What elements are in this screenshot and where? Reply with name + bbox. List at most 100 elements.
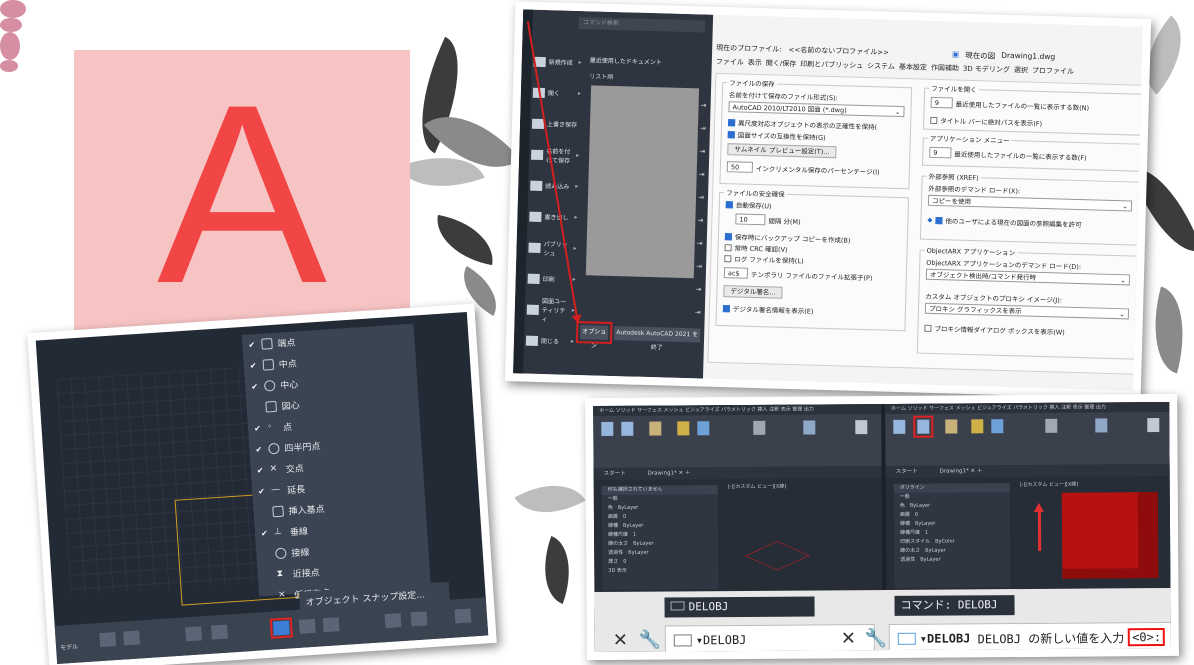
group-title: アプリケーション メニュー	[927, 132, 1012, 146]
save-format-select[interactable]: AutoCAD 2010/LT2010 図面 (*.dwg) ⌄	[728, 101, 905, 118]
proxy-image-select[interactable]: プロキシ グラフィックスを表示 ⌄	[924, 302, 1130, 320]
extrude-tool-icon[interactable]	[913, 415, 934, 438]
xref-demand-select[interactable]: コピーを使用 ⌄	[927, 194, 1133, 212]
cover-letter: A	[156, 52, 328, 337]
command-search-input[interactable]: コマンド検索	[578, 16, 705, 33]
viewport-label[interactable]: [-][カスタム ビュー][X線]	[728, 483, 787, 490]
smooth-object-icon[interactable]	[971, 419, 984, 434]
incremental-save-input[interactable]: 50	[726, 161, 754, 173]
section-plane-icon[interactable]	[855, 420, 868, 435]
maintain-size-checkbox[interactable]: 図面サイズの互換性を保持(G)	[727, 129, 826, 142]
menu-item-publish[interactable]: パブリッシュ ▸	[526, 232, 577, 264]
digital-signature-checkbox[interactable]: デジタル署名情報を表示(E)	[722, 303, 814, 316]
command-history-right: コマンド: DELOBJ	[894, 595, 1015, 616]
menu-item-export[interactable]: 書き出し ▸	[527, 201, 578, 233]
wrench-icon[interactable]: 🔧	[865, 628, 888, 649]
file-tabs: スタート Drawing1* ✕ ＋	[885, 463, 1171, 478]
allow-xref-edit-checkbox[interactable]: ◆ 他のユーザによる現在の図面の参照編集を許可	[927, 215, 1081, 229]
grid-icon[interactable]	[99, 632, 117, 648]
group-title: 外部参照 (XREF)	[926, 170, 981, 183]
presspull-tool-icon[interactable]	[649, 421, 662, 436]
autosave-checkbox[interactable]: 自動保存(U)	[725, 199, 772, 210]
tab-plot-publish[interactable]: 印刷とパブリッシュ	[800, 59, 863, 71]
thumbnail-settings-button[interactable]: サムネイル プレビュー設定(T)...	[727, 143, 837, 159]
isodraft-icon[interactable]	[211, 624, 228, 640]
polar-icon[interactable]	[185, 626, 202, 642]
modify-tools-icon[interactable]	[803, 420, 816, 435]
close-icon[interactable]: ✕	[613, 630, 628, 651]
recent-files-row: 9 最近使用したファイルの一覧に表示する数(N)	[930, 96, 1090, 112]
draw-tools-icon[interactable]	[1045, 418, 1058, 433]
recent-files-input[interactable]: 9	[930, 96, 953, 109]
box-tool-icon[interactable]	[601, 421, 614, 436]
property-row: 3D 表示	[608, 567, 627, 574]
list-view-selector[interactable]: リスト順	[589, 71, 613, 81]
tab-3d-modeling[interactable]: 3D モデリング	[963, 64, 1010, 75]
tab-open-save[interactable]: 開く/保存	[766, 58, 797, 69]
tab-drafting[interactable]: 作図補助	[931, 63, 959, 74]
extrude-tool-icon[interactable]	[621, 421, 634, 436]
menu-item-utilities[interactable]: 図面ユーティリティ ▸	[524, 294, 575, 326]
open-save-panel: ファイルの保存 名前を付けて保存のファイル形式(S): AutoCAD 2010…	[707, 72, 1143, 375]
digital-signature-button[interactable]: デジタル署名...	[723, 285, 783, 299]
solid-edit-icon[interactable]	[697, 421, 710, 436]
modify-tools-icon[interactable]	[1095, 418, 1108, 433]
menu-item-new[interactable]: 新規作成 ▸	[531, 46, 582, 78]
tab-system[interactable]: システム	[867, 61, 895, 72]
settings-gear-icon[interactable]	[384, 613, 402, 629]
proxy-info-checkbox[interactable]: プロキシ情報ダイアログ ボックスを表示(W)	[924, 323, 1065, 337]
close-icon[interactable]: ✕	[841, 628, 856, 649]
tab-start[interactable]: スタート	[604, 471, 626, 477]
customize-menu-icon[interactable]	[454, 608, 472, 624]
exit-autocad-button[interactable]: Autodesk AutoCAD 2021 を終了	[614, 326, 701, 351]
workspace-icon[interactable]	[410, 611, 428, 627]
draw-tools-icon[interactable]	[753, 420, 766, 435]
tab-files[interactable]: ファイル	[716, 57, 744, 68]
command-line-right[interactable]: ▾ DELOBJ DELOBJ の新しい値を入力 <0>:	[888, 621, 1171, 653]
menu-recent-row: 9 最近使用したファイルの一覧に表示する数(F)	[929, 146, 1087, 162]
log-file-checkbox[interactable]: ログ ファイルを保持(L)	[724, 253, 804, 265]
menu-item-save-as[interactable]: 名前を付けて保存 ▸	[529, 139, 580, 171]
snap-mode-icon[interactable]	[123, 630, 141, 646]
chevron-right-icon: ▸	[578, 58, 582, 67]
tab-drawing[interactable]: Drawing1*	[648, 470, 677, 476]
presspull-tool-icon[interactable]	[945, 419, 958, 434]
temp-extension-input[interactable]: ac$	[723, 267, 749, 279]
checkbox-checked	[722, 304, 731, 312]
extruded-solid-object[interactable]	[1061, 492, 1159, 579]
box-tool-icon[interactable]	[893, 419, 906, 434]
section-plane-icon[interactable]	[1147, 418, 1160, 433]
default-value-box[interactable]: <0>:	[1128, 628, 1166, 647]
tab-profiles[interactable]: プロファイル	[1032, 66, 1074, 77]
tab-start[interactable]: スタート	[896, 469, 918, 475]
temp-extension-label: テンポラリ ファイルのファイル拡張子(P)	[750, 270, 873, 282]
object-snap-toggle-icon[interactable]	[269, 617, 293, 639]
up-arrow-icon	[1037, 510, 1042, 551]
print-icon	[527, 273, 540, 284]
tab-selection[interactable]: 選択	[1014, 65, 1028, 75]
drawing-line: ▣ 現在の図 Drawing1.dwg	[952, 49, 1055, 63]
checkbox-unchecked	[724, 243, 732, 251]
selection-cycle-icon[interactable]	[322, 617, 340, 633]
arx-demand-select[interactable]: オブジェクト検出時/コマンド発行時 ⌄	[925, 268, 1131, 286]
model-tab[interactable]: モデル	[60, 642, 78, 652]
lineweight-icon[interactable]	[298, 618, 316, 634]
polyline-object[interactable]	[744, 541, 810, 571]
wrench-icon[interactable]: 🔧	[639, 630, 662, 651]
tab-drawing[interactable]: Drawing1*	[940, 468, 969, 474]
autosave-minutes-input[interactable]: 10	[735, 213, 766, 226]
menu-item-save[interactable]: 上書き保存	[530, 108, 581, 140]
property-row[interactable]: 透過性 ByLayer	[894, 555, 1010, 565]
menu-recent-input[interactable]: 9	[929, 146, 952, 159]
options-button[interactable]: オプション	[575, 320, 613, 350]
solid-edit-icon[interactable]	[991, 419, 1004, 434]
ribbon-tabs[interactable]: ホーム ソリッド サーフェス メッシュ ビジュアライズ パラメトリック 挿入 注…	[593, 404, 882, 417]
ribbon-tabs[interactable]: ホーム ソリッド サーフェス メッシュ ビジュアライズ パラメトリック 挿入 注…	[885, 401, 1171, 414]
menu-item-close[interactable]: 閉じる ▸	[524, 325, 575, 357]
full-path-checkbox[interactable]: タイトル バーに絶対パスを表示(F)	[930, 115, 1042, 128]
viewport-label[interactable]: [-][カスタム ビュー][X線]	[1020, 481, 1079, 488]
smooth-object-icon[interactable]	[677, 421, 690, 436]
crc-checkbox[interactable]: 常時 CRC 確認(V)	[724, 242, 788, 254]
tab-user-preferences[interactable]: 基本設定	[899, 62, 927, 73]
tab-display[interactable]: 表示	[748, 58, 762, 68]
